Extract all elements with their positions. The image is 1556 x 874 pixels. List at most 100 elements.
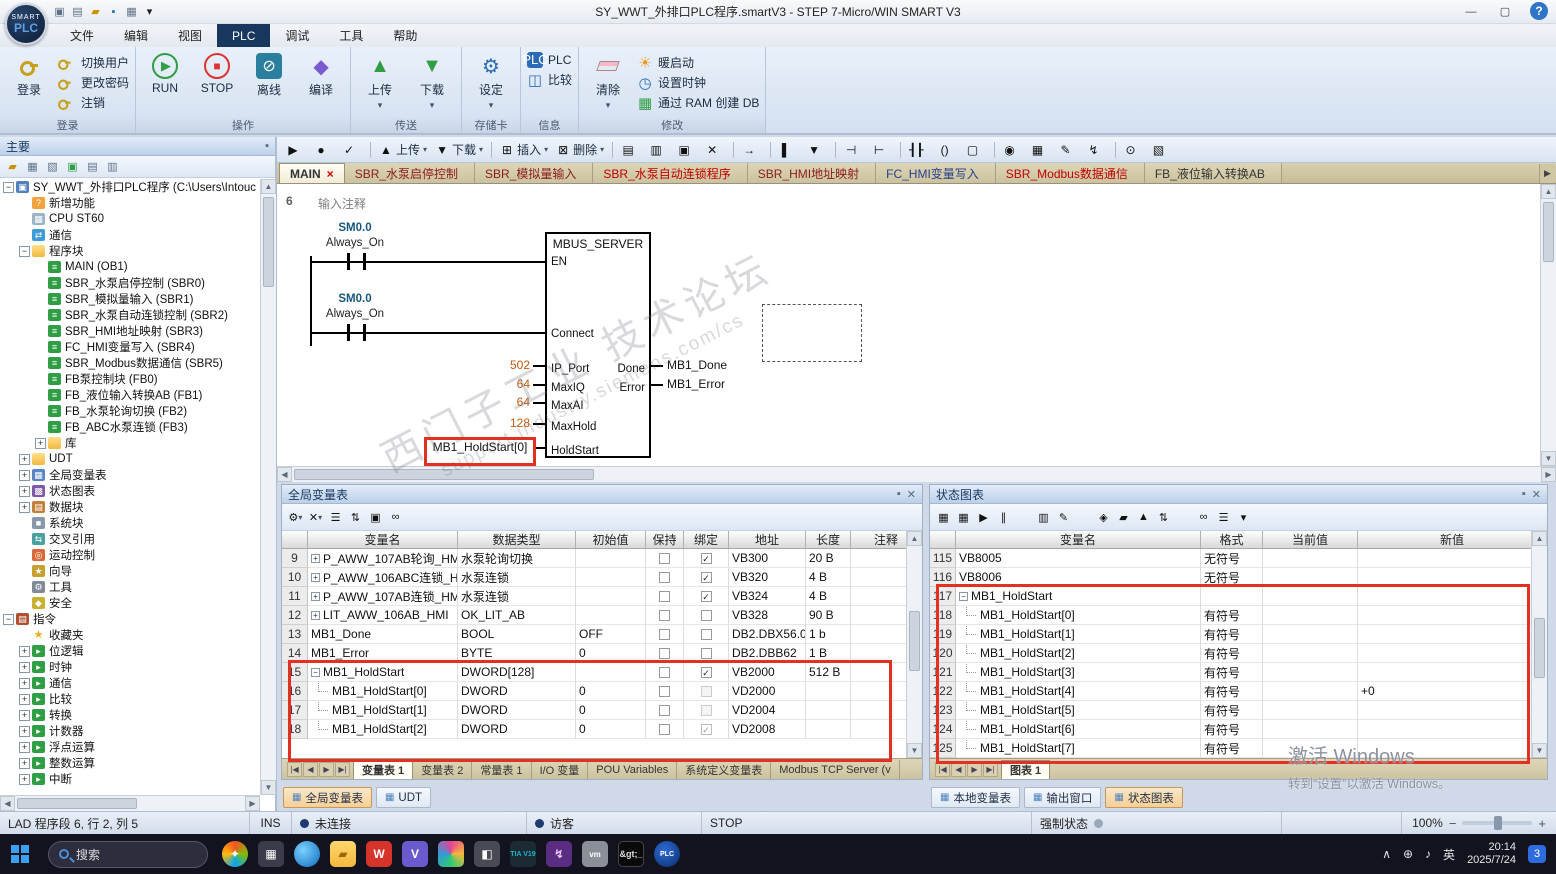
mbus-server-block[interactable]: MBUS_SERVER EN Connect IP_Port MaxIQ Max… [545,232,651,458]
row-expander-icon[interactable] [311,572,320,582]
sc-column-header[interactable]: 新值 [1358,531,1547,549]
delete-button[interactable]: ⊠ 删除 ▾ [553,140,607,160]
gvt-column-header[interactable]: 保持 [646,531,684,549]
tree-expander-icon[interactable] [19,198,30,209]
tree-comm-instructions[interactable]: 通信 [0,675,260,691]
create-db-from-ram-button[interactable]: 通过 RAM 创建 DB [637,94,759,111]
tree-expander-icon[interactable] [19,550,30,561]
tab-sbr-modbus[interactable]: SBR_Modbus数据通信 [995,163,1145,183]
retain-checkbox[interactable] [659,666,670,678]
tree-expander-icon[interactable] [35,278,46,289]
panel-button-local-variable-table[interactable]: ▦ 本地变量表 [931,787,1020,808]
language-indicator[interactable]: 英 [1443,846,1455,863]
tree-communication[interactable]: 通信 [0,227,260,243]
variable-row[interactable]: 17 MB1_HoldStart[1] DWORD 0 VD2004 [282,701,922,720]
change-password-button[interactable]: 更改密码 [58,74,129,91]
open-file-icon[interactable]: ▰ [88,4,103,19]
tree-expander-icon[interactable] [35,342,46,353]
pages-icon[interactable]: ▥ [646,140,672,160]
bookmark-icon[interactable]: ▌ [776,140,802,160]
status-row[interactable]: 121 MB1_HoldStart[3] 有符号 [930,663,1547,682]
login-button[interactable]: 登录 [6,51,52,100]
tree-counters[interactable]: 计数器 [0,723,260,739]
tree-floating-point[interactable]: 浮点运算 [0,739,260,755]
tree-expander-icon[interactable] [19,214,30,225]
gvt-column-header[interactable]: 初始值 [576,531,646,549]
pen-icon[interactable]: ✎ [1055,509,1072,526]
status-row[interactable]: 124 MB1_HoldStart[6] 有符号 [930,720,1547,739]
compile-icon[interactable]: ✓ [339,140,365,160]
gvt-column-header[interactable]: 变量名 [308,531,458,549]
tree-integer-math[interactable]: 整数运算 [0,755,260,771]
holdstart-operand[interactable]: MB1_HoldStart[0] [428,440,532,454]
tree-expander-icon[interactable] [19,518,30,529]
tree-expander-icon[interactable] [35,262,46,273]
row-expander-icon[interactable] [959,591,968,601]
menu-file[interactable]: 文件 [55,24,109,47]
tree-expander-icon[interactable] [19,693,30,705]
tree-horizontal-scrollbar[interactable]: ◀ ▶ [0,795,260,811]
menu-debug[interactable]: 调试 [270,24,324,47]
warm-restart-button[interactable]: 暖启动 [637,54,759,71]
contact-address[interactable]: SM0.0 [320,293,390,305]
window-icon[interactable]: ▣ [52,4,67,19]
tree-interrupt[interactable]: 中断 [0,771,260,787]
tree-bit-logic[interactable]: 位逻辑 [0,643,260,659]
tree-expander-icon[interactable] [35,294,46,305]
value-ip-port[interactable]: 502 [470,358,530,372]
tree-expander-icon[interactable] [3,181,14,193]
tree-expander-icon[interactable] [19,661,30,673]
close-icon[interactable]: ✕ [1532,488,1541,501]
contact-address[interactable]: SM0.0 [320,222,390,234]
first-tab-icon[interactable]: |◀ [287,761,302,777]
panel-button-global-variable-table[interactable]: ▦ 全局变量表 [283,787,372,808]
help-book-icon[interactable]: ▧ [1149,140,1175,160]
table-view-icon[interactable]: ▦ [1028,140,1054,160]
row-expander-icon[interactable] [311,667,320,677]
tree-compare[interactable]: 比较 [0,691,260,707]
bind-checkbox[interactable] [700,590,712,602]
edit-icon[interactable]: ✎ [1056,140,1082,160]
new-chart-icon[interactable]: ▦ [955,509,972,526]
tree-expander-icon[interactable] [19,534,30,545]
download-button[interactable]: 下载 ▾ [409,51,455,113]
bind-checkbox[interactable] [700,552,712,564]
prev-tab-icon[interactable]: ◀ [303,761,318,777]
gvt-tab-modbus[interactable]: Modbus TCP Server (v [771,760,900,779]
link-icon[interactable]: ∞ [1195,509,1212,526]
variable-row[interactable]: 13 MB1_Done BOOL OFF DB2.DBX56.0 1 b [282,625,922,644]
tree-fb0[interactable]: FB泵控制块 (FB0) [0,371,260,387]
variable-row[interactable]: 11 P_AWW_107AB连锁_HMI 水泵连锁 VB324 4 B [282,587,922,606]
logout-button[interactable]: 注销 [58,94,129,111]
variable-row[interactable]: 18 MB1_HoldStart[2] DWORD 0 VD2008 [282,720,922,739]
bind-checkbox[interactable] [700,628,712,640]
upload-button[interactable]: ▲ 上传 ▾ [376,140,430,160]
smart-plc-icon[interactable]: PLC [654,841,680,867]
set-clock-button[interactable]: 设置时钟 [637,74,759,91]
tab-scroll-right-icon[interactable]: ▶ [1539,164,1555,183]
variable-row[interactable]: 12 LIT_AWW_106AB_HMI OK_LIT_AB VB328 90 … [282,606,922,625]
retain-checkbox[interactable] [659,590,670,602]
bind-checkbox[interactable] [700,609,712,621]
editor-vertical-scrollbar[interactable]: ▲ ▼ [1540,184,1556,466]
compile-button[interactable]: 编译 [298,51,344,100]
variable-row[interactable]: 14 MB1_Error BYTE 0 DB2.DBB62 1 B [282,644,922,663]
junction-down-icon[interactable]: ⊢ [869,140,895,160]
retain-checkbox[interactable] [659,723,670,735]
lock-icon[interactable]: ◈ [1095,509,1112,526]
print-icon[interactable]: ▦ [124,4,139,19]
retain-checkbox[interactable] [659,647,670,659]
tree-expander-icon[interactable] [19,645,30,657]
tree-expander-icon[interactable] [35,406,46,417]
new-file-icon[interactable]: ▤ [70,4,85,19]
zoom-out-icon[interactable]: − [1449,816,1457,831]
tree-global-variable-table[interactable]: 全局变量表 [0,467,260,483]
task-view-icon[interactable]: ▦ [258,841,284,867]
status-row[interactable]: 125 MB1_HoldStart[7] 有符号 [930,739,1547,758]
menu-plc[interactable]: PLC [217,24,271,47]
status-row[interactable]: 116 VB8006 无符号 [930,568,1547,587]
dropdown-icon[interactable]: ▾ [1235,509,1252,526]
offline-button[interactable]: 离线 [246,51,292,100]
tab-sbr-hmi-mapping[interactable]: SBR_HMI地址映射 [747,163,877,183]
tree-cpu[interactable]: CPU ST60 [0,211,260,227]
